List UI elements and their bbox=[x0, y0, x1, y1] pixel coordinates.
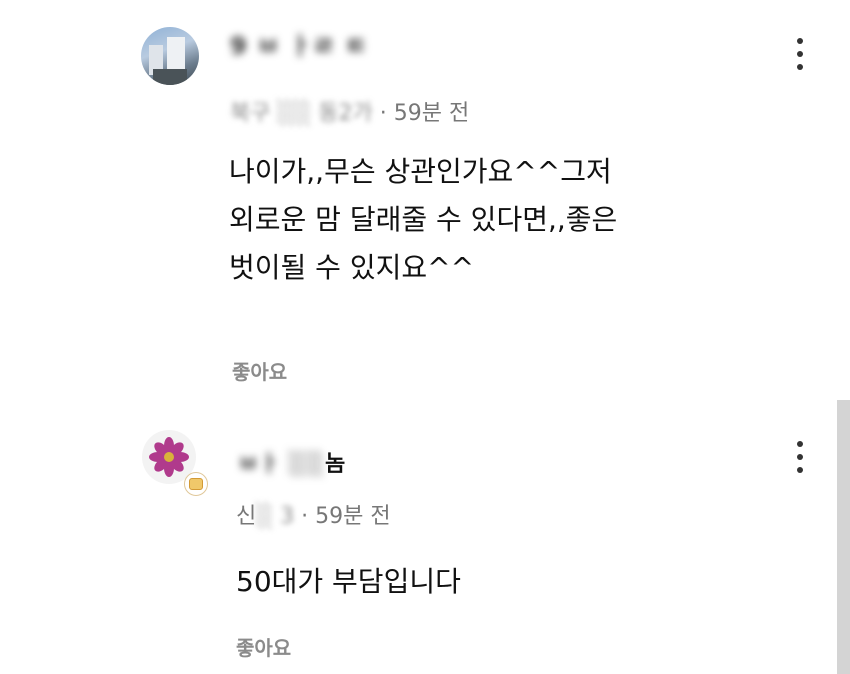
comment-line: 50대가 부담입니다 bbox=[236, 565, 461, 598]
location: 신 bbox=[236, 504, 257, 529]
flower-icon bbox=[149, 437, 189, 477]
comment-line: 나이가,,무슨 상관인가요^^그저 bbox=[229, 155, 612, 188]
location-blurred: ░ 3 bbox=[256, 504, 295, 529]
author-name[interactable]: 9 ㅂ ㅏㄹ ㅌ bbox=[230, 26, 368, 61]
timestamp: 59분 전 bbox=[315, 504, 391, 529]
comment-text: 50대가 부담입니다 bbox=[236, 558, 461, 606]
comment-meta: 북구 ░░ 동2가 · 59분 전 bbox=[230, 95, 469, 127]
avatar[interactable] bbox=[141, 27, 199, 85]
scrollbar[interactable] bbox=[837, 400, 850, 674]
comment-item: ㅂㅏ ░░놈 신░ 3 · 59분 전 50대가 부담입니다 좋아요 bbox=[0, 400, 850, 674]
level-badge-icon bbox=[184, 472, 208, 496]
author-name-blurred: ㅂㅏ ░░ bbox=[238, 452, 325, 477]
comment-text: 나이가,,무슨 상관인가요^^그저 외로운 맘 달래줄 수 있다면,,좋은 벗이… bbox=[229, 148, 617, 292]
more-vertical-icon[interactable] bbox=[797, 38, 803, 77]
like-button[interactable]: 좋아요 bbox=[232, 356, 287, 385]
comment-line: 벗이될 수 있지요^^ bbox=[229, 251, 475, 284]
separator: · bbox=[301, 504, 309, 529]
separator: · bbox=[379, 101, 387, 126]
author-name-suffix: 놈 bbox=[324, 452, 347, 477]
timestamp: 59분 전 bbox=[393, 101, 470, 126]
comment-meta: 신░ 3 · 59분 전 bbox=[236, 498, 391, 530]
more-vertical-icon[interactable] bbox=[797, 441, 803, 480]
location: 북구 ░░ 동2가 bbox=[230, 101, 373, 126]
comment-item: 9 ㅂ ㅏㄹ ㅌ 북구 ░░ 동2가 · 59분 전 나이가,,무슨 상관인가요… bbox=[0, 0, 850, 400]
like-button[interactable]: 좋아요 bbox=[236, 632, 291, 661]
comment-line: 외로운 맘 달래줄 수 있다면,,좋은 bbox=[229, 203, 618, 236]
author-name[interactable]: ㅂㅏ ░░놈 bbox=[238, 446, 346, 478]
